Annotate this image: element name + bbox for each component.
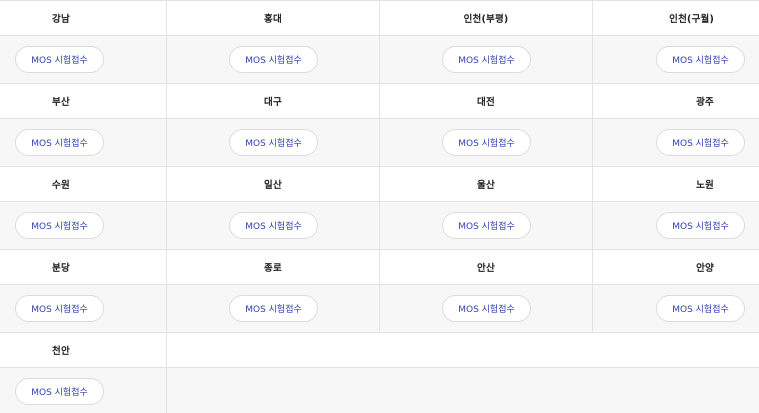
register-cell: MOS 시험접수 xyxy=(0,119,167,166)
center-name: 대전 xyxy=(477,97,495,108)
center-name: 수원 xyxy=(52,180,70,191)
mos-register-button[interactable]: MOS 시험접수 xyxy=(656,46,745,73)
exam-center-grid: 강남 홍대 인천(부평) 인천(구월) MOS 시험접수 MOS 시험접수 MO… xyxy=(0,0,759,413)
center-name-cell: 부산 xyxy=(0,84,167,118)
center-name: 인천(부평) xyxy=(463,14,509,25)
center-name: 안산 xyxy=(477,263,495,274)
mos-register-button[interactable]: MOS 시험접수 xyxy=(442,295,531,322)
center-name: 대구 xyxy=(264,97,282,108)
center-name-cell: 대구 xyxy=(167,84,380,118)
mos-register-button[interactable]: MOS 시험접수 xyxy=(229,129,318,156)
register-button-row: MOS 시험접수 MOS 시험접수 MOS 시험접수 MOS 시험접수 xyxy=(0,285,759,333)
center-name-cell: 안산 xyxy=(380,250,593,284)
register-button-row: MOS 시험접수 MOS 시험접수 MOS 시험접수 MOS 시험접수 xyxy=(0,36,759,84)
center-name-cell: 안양 xyxy=(593,250,759,284)
center-name: 울산 xyxy=(477,180,495,191)
center-name: 천안 xyxy=(52,346,70,357)
register-cell: MOS 시험접수 xyxy=(0,36,167,83)
center-name-cell: 노원 xyxy=(593,167,759,201)
register-cell: MOS 시험접수 xyxy=(380,285,593,332)
center-name: 종로 xyxy=(264,263,282,274)
register-cell: MOS 시험접수 xyxy=(167,202,380,249)
register-cell: MOS 시험접수 xyxy=(0,285,167,332)
center-name-cell: 인천(구월) xyxy=(593,1,759,35)
center-name: 안양 xyxy=(696,263,714,274)
center-name-cell: 인천(부평) xyxy=(380,1,593,35)
register-cell: MOS 시험접수 xyxy=(593,36,759,83)
mos-register-button[interactable]: MOS 시험접수 xyxy=(442,212,531,239)
center-name: 분당 xyxy=(52,263,70,274)
register-cell: MOS 시험접수 xyxy=(593,285,759,332)
center-name-row: 수원 일산 울산 노원 xyxy=(0,167,759,202)
center-name: 노원 xyxy=(696,180,714,191)
center-name-cell: 일산 xyxy=(167,167,380,201)
center-name-cell: 천안 xyxy=(0,333,167,367)
mos-register-button[interactable]: MOS 시험접수 xyxy=(442,46,531,73)
center-name-cell: 울산 xyxy=(380,167,593,201)
mos-register-button[interactable]: MOS 시험접수 xyxy=(229,212,318,239)
register-cell: MOS 시험접수 xyxy=(380,202,593,249)
center-name-cell: 광주 xyxy=(593,84,759,118)
register-cell: MOS 시험접수 xyxy=(0,368,167,413)
center-name-cell: 종로 xyxy=(167,250,380,284)
register-cell: MOS 시험접수 xyxy=(593,119,759,166)
register-cell: MOS 시험접수 xyxy=(380,119,593,166)
mos-register-button[interactable]: MOS 시험접수 xyxy=(15,212,104,239)
center-name-row: 분당 종로 안산 안양 xyxy=(0,250,759,285)
center-name-row: 부산 대구 대전 광주 xyxy=(0,84,759,119)
center-name-cell: 강남 xyxy=(0,1,167,35)
mos-register-button[interactable]: MOS 시험접수 xyxy=(229,295,318,322)
register-cell: MOS 시험접수 xyxy=(380,36,593,83)
mos-register-button[interactable]: MOS 시험접수 xyxy=(229,46,318,73)
center-name: 강남 xyxy=(52,14,70,25)
mos-register-button[interactable]: MOS 시험접수 xyxy=(442,129,531,156)
empty-cell xyxy=(167,333,759,367)
mos-register-button[interactable]: MOS 시험접수 xyxy=(15,295,104,322)
center-name: 광주 xyxy=(696,97,714,108)
register-button-row: MOS 시험접수 xyxy=(0,368,759,413)
center-name: 일산 xyxy=(264,180,282,191)
center-name-cell: 분당 xyxy=(0,250,167,284)
center-name-cell: 홍대 xyxy=(167,1,380,35)
register-button-row: MOS 시험접수 MOS 시험접수 MOS 시험접수 MOS 시험접수 xyxy=(0,202,759,250)
mos-register-button[interactable]: MOS 시험접수 xyxy=(15,129,104,156)
register-button-row: MOS 시험접수 MOS 시험접수 MOS 시험접수 MOS 시험접수 xyxy=(0,119,759,167)
center-name-cell: 대전 xyxy=(380,84,593,118)
center-name: 인천(구월) xyxy=(669,14,714,25)
register-cell: MOS 시험접수 xyxy=(167,119,380,166)
center-name: 부산 xyxy=(52,97,70,108)
mos-register-button[interactable]: MOS 시험접수 xyxy=(15,46,104,73)
mos-register-button[interactable]: MOS 시험접수 xyxy=(656,295,745,322)
mos-register-button[interactable]: MOS 시험접수 xyxy=(15,378,104,405)
mos-register-button[interactable]: MOS 시험접수 xyxy=(656,212,745,239)
mos-register-button[interactable]: MOS 시험접수 xyxy=(656,129,745,156)
center-name: 홍대 xyxy=(264,14,282,25)
center-name-row: 천안 xyxy=(0,333,759,368)
empty-cell xyxy=(167,368,759,413)
register-cell: MOS 시험접수 xyxy=(593,202,759,249)
center-name-cell: 수원 xyxy=(0,167,167,201)
register-cell: MOS 시험접수 xyxy=(167,36,380,83)
register-cell: MOS 시험접수 xyxy=(167,285,380,332)
center-name-row: 강남 홍대 인천(부평) 인천(구월) xyxy=(0,1,759,36)
register-cell: MOS 시험접수 xyxy=(0,202,167,249)
